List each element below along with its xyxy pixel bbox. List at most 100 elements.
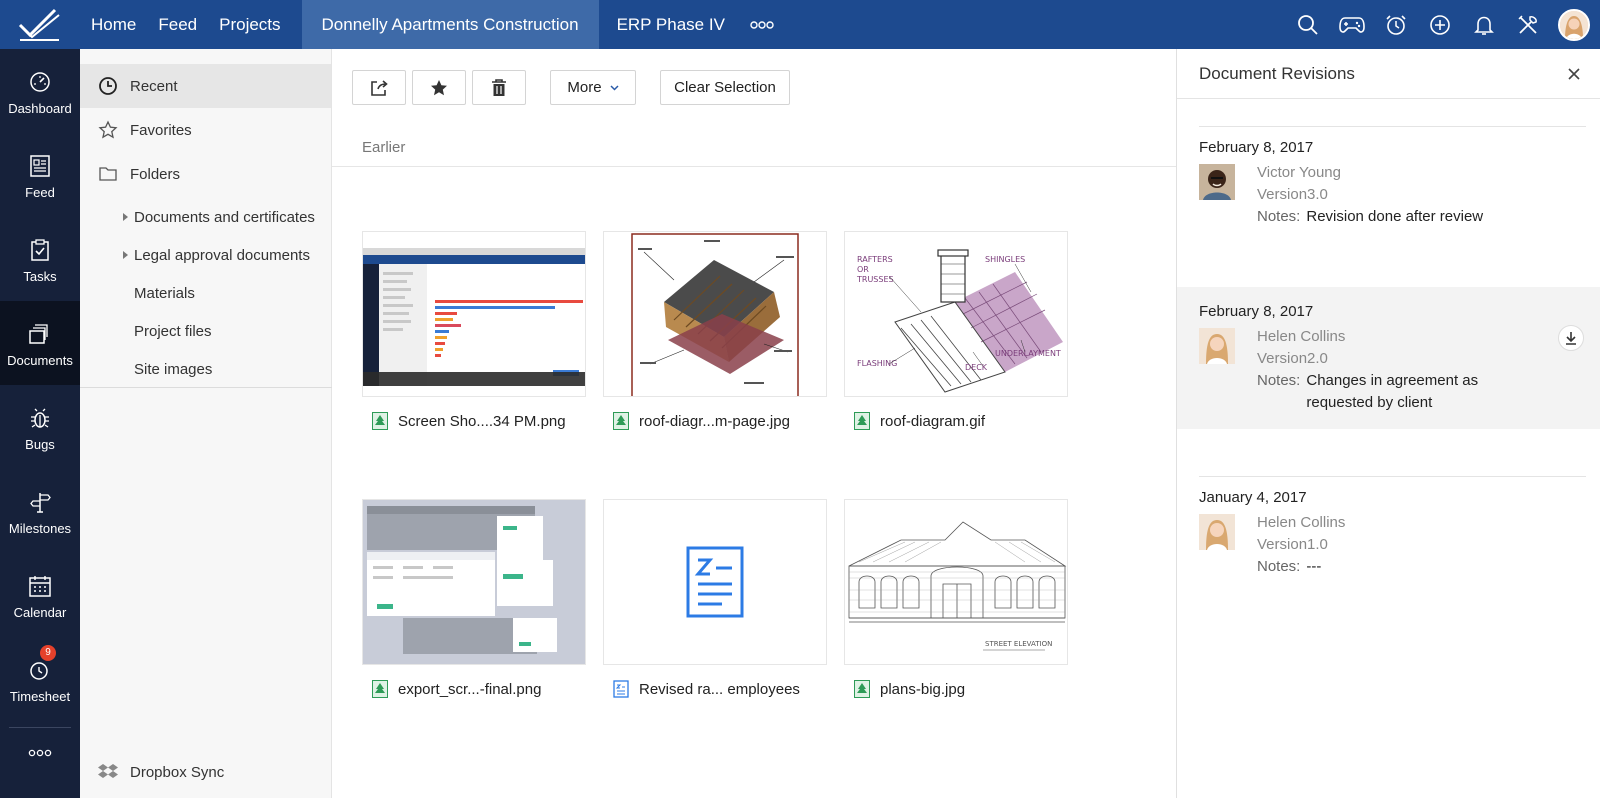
panel-header: Document Revisions (1177, 49, 1600, 99)
folder-icon (98, 164, 118, 184)
revision-author: Helen Collins (1257, 514, 1346, 531)
rail-milestones[interactable]: Milestones (0, 469, 80, 553)
revision-item[interactable]: February 8, 2017 Helen Collins Version2.… (1177, 287, 1600, 429)
revision-date: February 8, 2017 (1199, 303, 1314, 320)
main-rail: Dashboard Feed Tasks Documents Bugs Mile… (0, 49, 80, 798)
download-button[interactable] (1558, 325, 1584, 351)
gamepad-icon[interactable] (1330, 0, 1374, 49)
app-logo-icon[interactable] (0, 0, 80, 49)
file-thumbnail: STREET ELEVATION (844, 499, 1068, 665)
rail-label: Timesheet (9, 688, 71, 704)
roof-label-underlayment: UNDERLAYMENT (995, 349, 1061, 358)
documents-sidebar: Recent Favorites Folders Documents and c… (80, 49, 332, 798)
expand-caret-icon[interactable] (123, 251, 128, 259)
nav-feed[interactable]: Feed (147, 0, 208, 49)
file-card[interactable]: roof-diagr...m-page.jpg (603, 231, 827, 499)
file-card[interactable]: Screen Sho....34 PM.png (362, 231, 586, 499)
nav-home[interactable]: Home (80, 0, 147, 49)
roof-label-shingles: SHINGLES (985, 255, 1025, 264)
roof-label-deck: DECK (965, 363, 988, 372)
sidebar-item-favorites[interactable]: Favorites (80, 108, 331, 152)
file-name-row: roof-diagr...m-page.jpg (603, 397, 827, 445)
search-icon[interactable] (1286, 0, 1330, 49)
folder-project-files[interactable]: Project files (80, 312, 331, 350)
file-card[interactable]: export_scr...-final.png (362, 499, 586, 767)
clock-icon (98, 76, 118, 96)
rail-label: Tasks (23, 268, 57, 284)
tools-icon[interactable] (1506, 0, 1550, 49)
share-button[interactable] (352, 70, 406, 105)
revision-notes: Revision done after review (1306, 208, 1484, 225)
star-icon (431, 79, 447, 95)
file-name: Screen Sho....34 PM.png (398, 412, 566, 430)
gauge-icon (28, 67, 52, 97)
revision-date: February 8, 2017 (1199, 139, 1314, 156)
roof-label-flashing: FLASHING (857, 359, 897, 368)
folder-label: Documents and certificates (134, 208, 315, 226)
toolbar: More Clear Selection (352, 70, 790, 105)
nav-project-donnelly[interactable]: Donnelly Apartments Construction (301, 0, 599, 49)
rail-calendar[interactable]: Calendar (0, 553, 80, 637)
file-thumbnail: RAFTERS OR TRUSSES SHINGLES FLASHING DEC… (844, 231, 1068, 397)
rail-bugs[interactable]: Bugs (0, 385, 80, 469)
folder-materials[interactable]: Materials (80, 274, 331, 312)
signpost-icon (28, 487, 52, 517)
more-dropdown-button[interactable]: More (550, 70, 636, 105)
file-name: export_scr...-final.png (398, 680, 542, 698)
image-file-icon (372, 412, 388, 430)
stacked-folders-icon (28, 319, 52, 349)
rail-dashboard[interactable]: Dashboard (0, 49, 80, 133)
more-dots-icon[interactable] (736, 0, 788, 49)
file-thumbnail (362, 499, 586, 665)
file-name: roof-diagram.gif (880, 412, 986, 430)
rail-documents[interactable]: Documents (0, 301, 80, 385)
clipboard-check-icon (29, 235, 51, 265)
folder-site-images[interactable]: Site images (80, 350, 331, 388)
roof-label-or: OR (857, 265, 869, 274)
nav-projects[interactable]: Projects (208, 0, 291, 49)
top-bar: Home Feed Projects Donnelly Apartments C… (0, 0, 1600, 49)
rail-feed[interactable]: Feed (0, 133, 80, 217)
dropbox-sync-link[interactable]: Dropbox Sync (98, 762, 224, 782)
alarm-clock-icon[interactable] (1374, 0, 1418, 49)
nav-project-erp[interactable]: ERP Phase IV (599, 0, 736, 49)
expand-caret-icon[interactable] (123, 213, 128, 221)
folder-label: Site images (134, 360, 213, 378)
sidebar-item-label: Folders (130, 165, 181, 183)
rail-more-dots-icon[interactable] (0, 728, 80, 778)
section-divider (332, 166, 1176, 167)
file-card[interactable]: STREET ELEVATION plans-big.jpg (844, 499, 1068, 767)
sidebar-item-folders[interactable]: Folders (80, 152, 331, 196)
dropbox-icon (98, 762, 118, 782)
file-grid: Screen Sho....34 PM.png roof-diagr...m-p… (362, 231, 1068, 767)
file-name-row: Screen Sho....34 PM.png (362, 397, 586, 445)
folder-legal-approval[interactable]: Legal approval documents (80, 236, 331, 274)
rail-timesheet[interactable]: 9 Timesheet (0, 637, 80, 721)
download-icon (1566, 332, 1576, 345)
sidebar-item-recent[interactable]: Recent (80, 64, 331, 108)
image-file-icon (854, 680, 870, 698)
panel-title: Document Revisions (1199, 63, 1355, 83)
delete-button[interactable] (472, 70, 526, 105)
file-card[interactable]: Revised ra... employees (603, 499, 827, 767)
newspaper-icon (29, 151, 51, 181)
file-name: plans-big.jpg (880, 680, 966, 698)
notes-label: Notes: (1257, 372, 1301, 389)
favorite-button[interactable] (412, 70, 466, 105)
sidebar-item-label: Recent (130, 77, 178, 95)
close-icon[interactable] (1564, 64, 1584, 84)
file-card[interactable]: RAFTERS OR TRUSSES SHINGLES FLASHING DEC… (844, 231, 1068, 499)
trash-icon (492, 78, 506, 96)
user-avatar[interactable] (1558, 8, 1590, 41)
folder-documents-certificates[interactable]: Documents and certificates (80, 198, 331, 236)
rail-tasks[interactable]: Tasks (0, 217, 80, 301)
timesheet-badge: 9 (40, 645, 56, 661)
folder-label: Project files (134, 322, 212, 340)
plus-circle-icon[interactable] (1418, 0, 1462, 49)
file-name-row: Revised ra... employees (603, 665, 827, 713)
bell-icon[interactable] (1462, 0, 1506, 49)
section-heading: Earlier (362, 139, 406, 156)
clear-selection-button[interactable]: Clear Selection (660, 70, 790, 105)
avatar (1199, 328, 1235, 364)
notes-label: Notes: (1257, 208, 1301, 225)
